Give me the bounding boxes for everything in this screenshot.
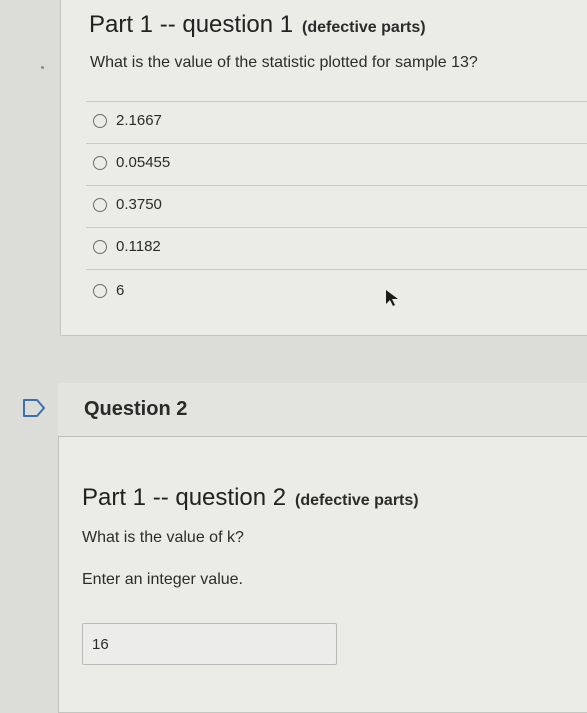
question-1-title-main: Part 1 -- question 1 — [89, 11, 294, 38]
question-2-note: Enter an integer value. — [82, 571, 243, 588]
option-2[interactable]: 0.05455 — [93, 154, 170, 171]
option-label: 2.1667 — [116, 112, 162, 129]
mouse-cursor-icon — [386, 290, 398, 306]
option-label: 6 — [116, 282, 125, 299]
radio-button[interactable] — [93, 197, 107, 212]
radio-button[interactable] — [93, 283, 107, 298]
option-label: 0.05455 — [116, 154, 171, 171]
divider — [86, 143, 587, 144]
answer-input[interactable] — [82, 623, 337, 665]
option-3[interactable]: 0.3750 — [93, 196, 162, 213]
radio-button[interactable] — [93, 113, 107, 128]
margin-dot — [41, 66, 44, 69]
option-1[interactable]: 2.1667 — [93, 112, 162, 129]
option-label: 0.3750 — [116, 196, 162, 213]
question-1-title: Part 1 -- question 1 (defective parts) — [89, 3, 426, 40]
radio-button[interactable] — [93, 155, 107, 170]
question-2-prompt: What is the value of k? — [82, 529, 244, 546]
question-2-heading: Question 2 — [84, 398, 188, 420]
option-label: 0.1182 — [116, 238, 161, 255]
divider — [86, 227, 587, 228]
option-4[interactable]: 0.1182 — [93, 238, 161, 255]
question-1-prompt: What is the value of the statistic plott… — [90, 54, 478, 71]
divider — [86, 101, 587, 102]
divider — [86, 269, 587, 270]
question-2-title-suffix: (defective parts) — [295, 492, 419, 509]
radio-button[interactable] — [93, 239, 107, 254]
question-2-title: Part 1 -- question 2 (defective parts) — [82, 476, 419, 513]
option-5[interactable]: 6 — [93, 282, 124, 299]
flag-icon[interactable] — [22, 398, 48, 418]
question-2-title-main: Part 1 -- question 2 — [82, 484, 287, 511]
question-1-title-suffix: (defective parts) — [302, 19, 426, 36]
divider — [86, 185, 587, 186]
